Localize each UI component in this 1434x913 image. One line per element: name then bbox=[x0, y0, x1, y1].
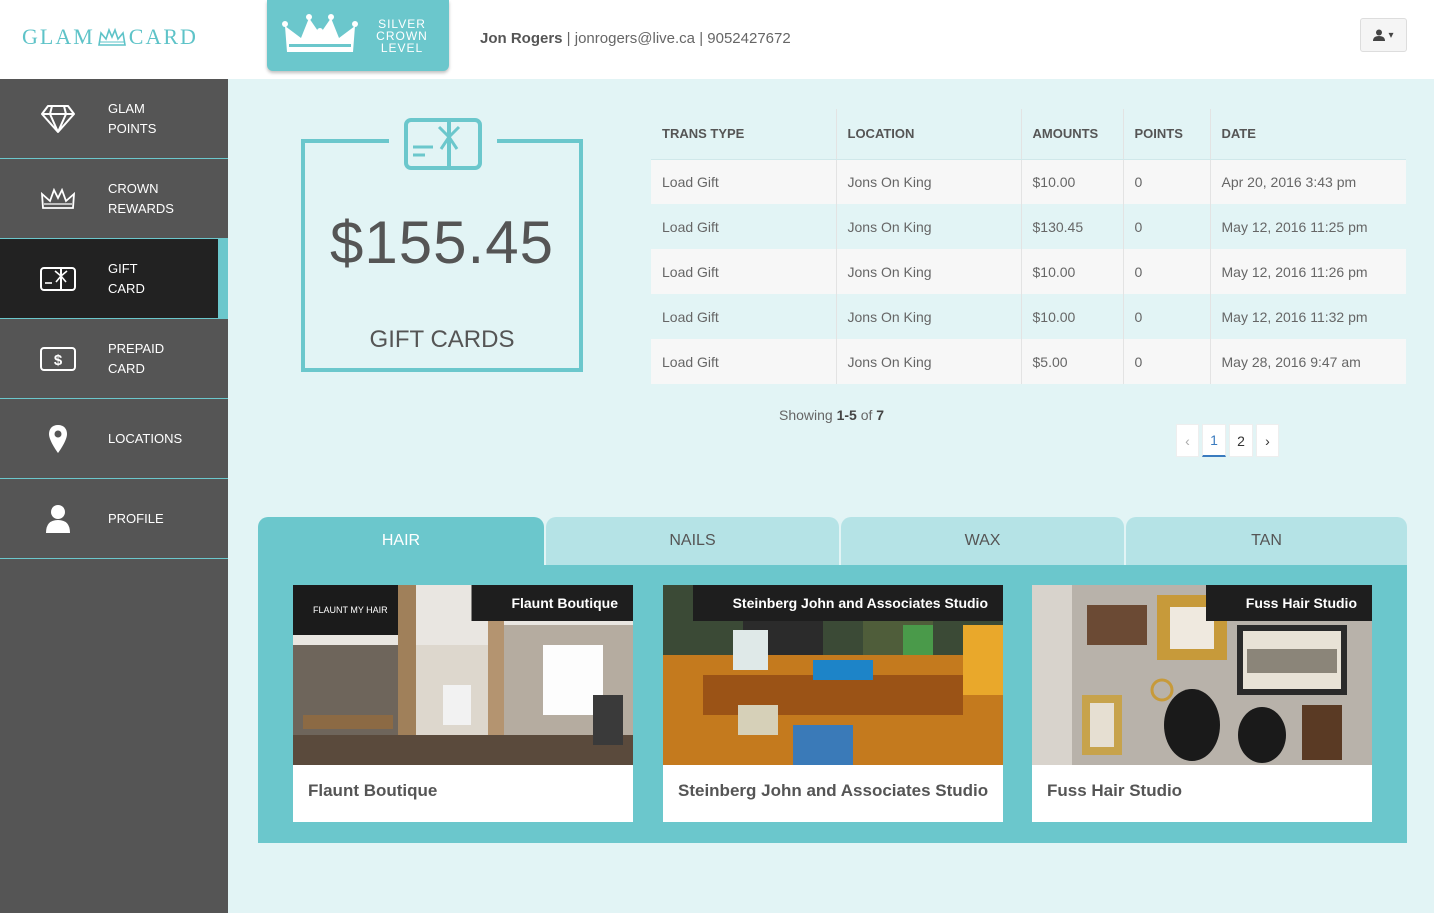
sidebar-item-glam-points[interactable]: GLAM POINTS bbox=[0, 79, 228, 159]
user-phone: 9052427672 bbox=[707, 30, 791, 47]
crown-icon bbox=[38, 179, 78, 219]
pagination: ‹ 1 2 › bbox=[1176, 424, 1279, 457]
hair-salons-panel: FLAUNT MY HAIR Flaunt Boutique Flaunt Bo… bbox=[258, 565, 1407, 843]
logo-crown-icon bbox=[97, 27, 126, 46]
pagination-next-button[interactable]: › bbox=[1256, 424, 1279, 457]
level-text: SILVER CROWN LEVEL bbox=[376, 16, 428, 55]
pagination-page-2[interactable]: 2 bbox=[1229, 424, 1253, 457]
salon-name-tag: Flaunt Boutique bbox=[471, 585, 633, 621]
sidebar-item-locations[interactable]: LOCATIONS bbox=[0, 399, 228, 479]
pagination-prev-button[interactable]: ‹ bbox=[1176, 424, 1199, 457]
tab-wax[interactable]: WAX bbox=[841, 517, 1124, 565]
salon-title: Steinberg John and Associates Studio bbox=[678, 781, 989, 800]
table-row: Load Gift Jons On King $10.00 0 Apr 20, … bbox=[651, 159, 1406, 204]
member-level-badge: SILVER CROWN LEVEL bbox=[267, 0, 449, 71]
salon-card-flaunt-boutique[interactable]: FLAUNT MY HAIR Flaunt Boutique Flaunt Bo… bbox=[293, 585, 633, 822]
diamond-icon bbox=[38, 99, 78, 139]
service-tabs: HAIR NAILS WAX TAN bbox=[258, 517, 1407, 565]
sidebar-item-gift-card[interactable]: GIFT CARD bbox=[0, 239, 228, 319]
column-header-points[interactable]: POINTS bbox=[1123, 109, 1211, 160]
table-row: Load Gift Jons On King $5.00 0 May 28, 2… bbox=[651, 339, 1406, 384]
salon-name-tag: Steinberg John and Associates Studio bbox=[692, 585, 1003, 621]
svg-text:$: $ bbox=[54, 352, 63, 369]
chevron-down-icon: ▾ bbox=[1388, 29, 1394, 41]
table-row: Load Gift Jons On King $10.00 0 May 12, … bbox=[651, 294, 1406, 339]
sidebar-item-crown-rewards[interactable]: CROWN REWARDS bbox=[0, 159, 228, 239]
salon-card-steinberg-john[interactable]: Steinberg John and Associates Studio Ste… bbox=[663, 585, 1003, 822]
salon-card-fuss-hair-studio[interactable]: Fuss Hair Studio Fuss Hair Studio bbox=[1032, 585, 1372, 822]
user-icon bbox=[38, 499, 78, 539]
column-header-amounts[interactable]: AMOUNTS bbox=[1021, 109, 1124, 160]
transactions-table: TRANS TYPE LOCATION AMOUNTS POINTS DATE … bbox=[651, 109, 1406, 384]
tab-nails[interactable]: NAILS bbox=[546, 517, 839, 565]
salon-title: Fuss Hair Studio bbox=[1047, 781, 1183, 800]
gift-card-large-icon bbox=[389, 113, 497, 175]
column-header-location[interactable]: LOCATION bbox=[836, 109, 1022, 160]
logo-text-right: CARD bbox=[128, 24, 198, 49]
svg-text:FLAUNT MY HAIR: FLAUNT MY HAIR bbox=[313, 605, 388, 615]
user-menu-button[interactable]: ▾ bbox=[1360, 18, 1407, 52]
user-name: Jon Rogers bbox=[480, 30, 563, 47]
table-row: Load Gift Jons On King $130.45 0 May 12,… bbox=[651, 204, 1406, 249]
user-email: jonrogers@live.ca bbox=[574, 30, 696, 47]
sidebar-nav: GLAM POINTS CROWN REWARDS GIFT CARD $ PREPA… bbox=[0, 79, 228, 913]
pagination-summary: Showing 1-5 of 7 bbox=[779, 407, 885, 423]
sidebar-item-prepaid-card[interactable]: $ PREPAID CARD bbox=[0, 319, 228, 399]
pagination-page-1[interactable]: 1 bbox=[1202, 424, 1226, 457]
table-header-row: TRANS TYPE LOCATION AMOUNTS POINTS DATE bbox=[651, 109, 1406, 160]
glamcard-logo[interactable]: GLAM CARD bbox=[22, 22, 198, 52]
dollar-card-icon: $ bbox=[38, 339, 78, 379]
map-pin-icon bbox=[38, 419, 78, 459]
salon-title: Flaunt Boutique bbox=[308, 781, 438, 800]
sidebar-item-profile[interactable]: PROFILE bbox=[0, 479, 228, 559]
top-header: GLAM CARD SILVER CROWN LEVEL Jon Rogers … bbox=[0, 0, 1434, 79]
tab-tan[interactable]: TAN bbox=[1126, 517, 1407, 565]
column-header-trans-type[interactable]: TRANS TYPE bbox=[651, 109, 837, 160]
gift-balance-amount: $155.45 bbox=[330, 209, 554, 276]
tab-hair[interactable]: HAIR bbox=[258, 517, 544, 565]
user-icon bbox=[1373, 29, 1386, 41]
column-header-date[interactable]: DATE bbox=[1210, 109, 1406, 160]
gift-balance-label: GIFT CARDS bbox=[369, 326, 515, 353]
gift-card-icon bbox=[38, 259, 78, 299]
salon-name-tag: Fuss Hair Studio bbox=[1205, 585, 1372, 621]
table-row: Load Gift Jons On King $10.00 0 May 12, … bbox=[651, 249, 1406, 294]
logo-text-left: GLAM bbox=[22, 24, 95, 49]
user-info: Jon Rogers | jonrogers@live.ca | 9052427… bbox=[480, 30, 791, 47]
level-crown-icon bbox=[282, 13, 358, 52]
